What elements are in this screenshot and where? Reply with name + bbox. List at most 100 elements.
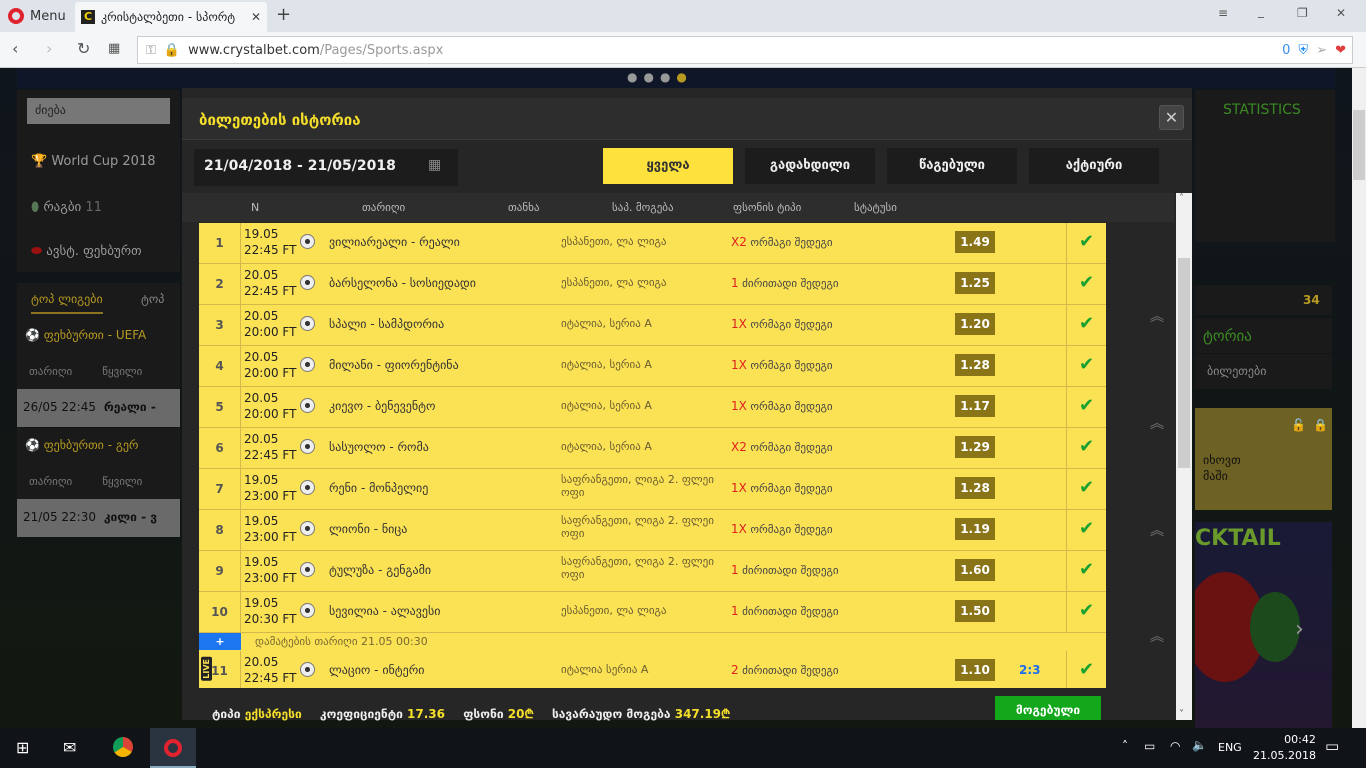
table-row[interactable]: 4 20.05 20:00 FT მილანი - ფიორენტინა იტალია,… xyxy=(199,346,1106,387)
league-name: იტალია, სერია A xyxy=(561,440,652,453)
sport-item-aussie-football[interactable]: ⬬ ავსტ. ფეხბურთ xyxy=(31,244,141,259)
speed-dial-icon[interactable]: ▦ xyxy=(108,41,120,56)
match-name: ტულუზა - გენგამი xyxy=(329,563,432,577)
close-window-icon[interactable]: ✕ xyxy=(1336,6,1346,20)
statistics-tab[interactable]: STATISTICS xyxy=(1195,90,1335,130)
send-icon[interactable]: ➢ xyxy=(1316,43,1327,58)
collapse-icon[interactable]: ︽ xyxy=(1150,520,1164,540)
event-row[interactable]: 26/05 22:45 რეალი - xyxy=(17,389,180,427)
filter-all-button[interactable]: ყველა xyxy=(603,148,733,184)
notifications-icon[interactable]: ▭ xyxy=(1325,737,1339,755)
bet-pick: 1X xyxy=(731,317,747,331)
tab-menu-icon[interactable]: ≡ xyxy=(1218,6,1228,20)
close-tab-icon[interactable]: ✕ xyxy=(251,10,261,24)
volume-icon[interactable]: 🔈 xyxy=(1192,738,1207,752)
table-row[interactable]: 8 19.05 23:00 FT ლიონი - ნიცა საფრანგეთი, ლი… xyxy=(199,510,1106,551)
restore-icon[interactable]: ❐ xyxy=(1297,6,1308,20)
soccer-ball-icon xyxy=(300,316,315,331)
live-badge: LIVE xyxy=(201,657,212,681)
league-title: ფეხბურთი - UEFA xyxy=(43,328,147,342)
table-row[interactable]: 7 19.05 23:00 FT რენი - მონპელიე საფრანგეთი,… xyxy=(199,469,1106,510)
bet-pick: 1X xyxy=(731,481,747,495)
reload-icon[interactable]: ↻ xyxy=(77,39,90,58)
opera-taskbar-button[interactable] xyxy=(150,728,196,768)
wifi-icon[interactable]: ◠ xyxy=(1170,739,1180,753)
odds-badge: 1.10 xyxy=(955,659,995,681)
unlock-icon[interactable]: 🔓 xyxy=(1291,417,1306,433)
won-check-icon: ✔ xyxy=(1066,223,1106,264)
row-number: 1 xyxy=(199,223,241,264)
close-modal-button[interactable]: ✕ xyxy=(1159,105,1184,130)
tab-top-leagues[interactable]: ტოპ ლიგები xyxy=(31,292,103,314)
event-row[interactable]: 21/05 22:30 კილი - ვ xyxy=(17,499,180,537)
bet-pick: 1X xyxy=(731,358,747,372)
bet-selection: X2 ორმაგი შედეგი xyxy=(731,235,833,249)
match-name: ლიონი - ნიცა xyxy=(329,522,408,536)
hero-banner: ●●●● xyxy=(17,68,1335,88)
bet-pick: 1X xyxy=(731,399,747,413)
coef-value: 17.36 xyxy=(407,707,446,721)
language-indicator[interactable]: ENG xyxy=(1218,741,1242,754)
sport-item-world-cup[interactable]: 🏆 World Cup 2018 xyxy=(31,154,156,169)
adblock-shield-icon[interactable]: ⛨ xyxy=(1298,43,1308,58)
sport-label: ავსტ. ფეხბურთ xyxy=(46,244,142,259)
mail-icon[interactable]: ✉ xyxy=(63,738,76,757)
calendar-icon[interactable]: ▦ xyxy=(428,157,441,173)
league-header[interactable]: ⚽ ფეხბურთი - გერ xyxy=(17,428,180,464)
table-row[interactable]: 9 19.05 23:00 FT ტულუზა - გენგამი საფრანგეთი… xyxy=(199,551,1106,592)
modal-scrollbar-thumb[interactable] xyxy=(1178,258,1190,468)
row-number: 4 xyxy=(199,346,241,387)
tickets-link[interactable]: ბილეთები xyxy=(1195,354,1332,389)
clock-time[interactable]: 00:42 xyxy=(1268,733,1332,746)
chrome-icon[interactable] xyxy=(113,737,133,757)
windows-start-icon[interactable]: ⊞ xyxy=(16,738,29,757)
battery-icon[interactable]: ▭ xyxy=(1144,739,1155,753)
league-header[interactable]: ⚽ ფეხბურთი - UEFA xyxy=(17,318,180,354)
date-range-picker[interactable]: 21/04/2018 - 21/05/2018 ▦ xyxy=(194,149,458,186)
sport-item-rugby[interactable]: ⬮ რაგბი 11 xyxy=(31,200,102,215)
page-scrollbar[interactable] xyxy=(1352,68,1366,728)
lock-icon[interactable]: 🔒 xyxy=(1313,417,1328,433)
new-tab-button[interactable]: + xyxy=(276,4,291,25)
league-name: ესპანეთი, ლა ლიგა xyxy=(561,235,667,248)
betslip-panel: 🔓 🔒 იხოვთ მაში xyxy=(1195,408,1332,510)
bet-pick: 1 xyxy=(731,276,739,290)
table-row[interactable]: 2 20.05 22:45 FT ბარსელონა - სოსიედადი ესპან… xyxy=(199,264,1106,305)
table-row[interactable]: 6 20.05 22:45 FT სასუოლო - რომა იტალია, სერი… xyxy=(199,428,1106,469)
filter-paid-button[interactable]: გადახდილი xyxy=(745,148,875,184)
table-row[interactable]: 11 LIVE 20.05 22:45 FT ლაციო - ინტერი იტალია … xyxy=(199,651,1106,689)
banner-dots[interactable]: ●●●● xyxy=(627,70,693,84)
table-row[interactable]: 3 20.05 20:00 FT სპალი - სამპდორია იტალია, ს… xyxy=(199,305,1106,346)
cocktail-banner[interactable]: CKTAIL › xyxy=(1195,522,1332,728)
table-row[interactable]: 5 20.05 20:00 FT კიევო - ბენევენტო იტალია, ს… xyxy=(199,387,1106,428)
odds-badge: 1.49 xyxy=(955,231,995,253)
row-number: 9 xyxy=(199,551,241,592)
back-icon[interactable]: ‹ xyxy=(12,39,18,58)
table-row[interactable]: 10 19.05 20:30 FT სევილია - ალავესი ესპანეთი… xyxy=(199,592,1106,633)
odds-badge: 1.17 xyxy=(955,395,995,417)
soccer-ball-icon xyxy=(300,357,315,372)
url-field[interactable]: ⚿ 🔒 www.crystalbet.com/Pages/Sports.aspx … xyxy=(137,36,1353,64)
browser-tab[interactable]: Cკრისტალბეთი - სპორტ ✕ xyxy=(75,2,267,32)
opera-menu-button[interactable]: Menu xyxy=(8,6,66,26)
forward-icon[interactable]: › xyxy=(46,39,52,58)
filter-lost-button[interactable]: წაგებული xyxy=(887,148,1017,184)
tab-top[interactable]: ტოპ xyxy=(141,292,164,306)
history-link[interactable]: ტორია xyxy=(1195,318,1332,353)
table-row[interactable]: 1 19.05 22:45 FT ვილიარეალი - რეალი ესპანეთი… xyxy=(199,223,1106,264)
collapse-icon[interactable]: ︽ xyxy=(1150,413,1164,433)
heart-icon[interactable]: ❤ xyxy=(1335,43,1346,58)
ticket-history-modal: ბილეთების ისტორია ✕ 21/04/2018 - 21/05/2… xyxy=(182,88,1192,721)
added-date: დამატების თარიღი 21.05 00:30 xyxy=(255,635,428,648)
collapse-icon[interactable]: ︽ xyxy=(1150,306,1164,326)
clock-date[interactable]: 21.05.2018 xyxy=(1253,749,1316,762)
filter-active-button[interactable]: აქტიური xyxy=(1029,148,1159,184)
next-slide-icon[interactable]: › xyxy=(1295,617,1304,642)
collapse-icon[interactable]: ︽ xyxy=(1150,626,1164,646)
league-name: იტალია, სერია A xyxy=(561,317,652,330)
search-input[interactable]: ძიება xyxy=(27,98,170,124)
minimize-icon[interactable]: _ xyxy=(1258,4,1264,18)
tray-chevron-icon[interactable]: ˄ xyxy=(1122,739,1128,753)
expand-plus-icon[interactable]: + xyxy=(199,633,241,650)
added-date-row: + დამატების თარიღი 21.05 00:30 xyxy=(199,633,1106,651)
